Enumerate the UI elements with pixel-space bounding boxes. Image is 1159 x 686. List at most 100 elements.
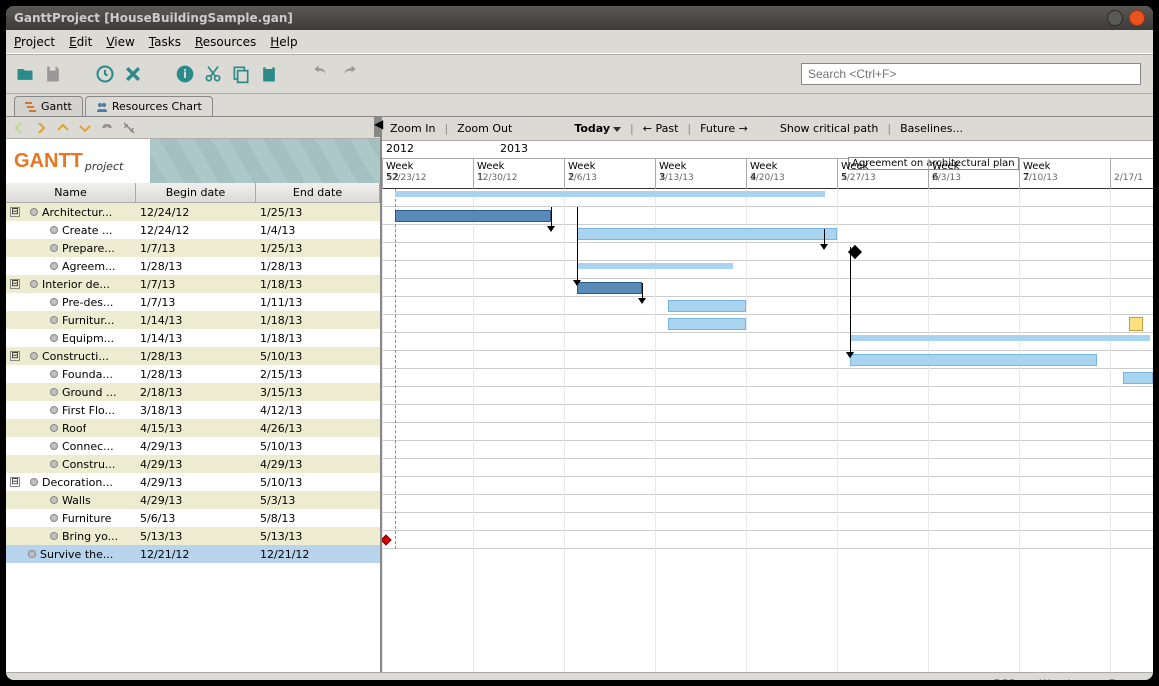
- task-row[interactable]: First Flo...3/18/134/12/13: [6, 401, 380, 419]
- gantt-bar[interactable]: [668, 318, 746, 330]
- gantt-row: [382, 243, 1153, 261]
- task-row[interactable]: Prepare...1/7/131/25/13: [6, 239, 380, 257]
- window-title: GanttProject [HouseBuildingSample.gan]: [14, 11, 1101, 25]
- undo-icon[interactable]: [310, 63, 332, 85]
- task-begin-cell: 5/13/13: [138, 530, 258, 543]
- week-date: 1/6/13: [568, 173, 597, 183]
- gantt-row: [382, 261, 1153, 279]
- tab-gantt[interactable]: Gantt: [14, 96, 83, 116]
- titlebar[interactable]: GanttProject [HouseBuildingSample.gan]: [6, 6, 1153, 30]
- past-button[interactable]: ← Past: [643, 122, 679, 135]
- svg-text:i: i: [183, 67, 187, 81]
- gantt-bar[interactable]: [577, 282, 642, 294]
- gantt-row: [382, 459, 1153, 477]
- task-row[interactable]: Create ...12/24/121/4/13: [6, 221, 380, 239]
- task-row[interactable]: Furniture5/6/135/8/13: [6, 509, 380, 527]
- task-begin-cell: 4/29/13: [138, 440, 258, 453]
- status-rss[interactable]: RSS: [994, 677, 1016, 680]
- task-row[interactable]: Equipm...1/14/131/18/13: [6, 329, 380, 347]
- col-end[interactable]: End date: [256, 183, 380, 202]
- menu-resources[interactable]: Resources: [195, 35, 256, 49]
- unlink-icon[interactable]: [122, 121, 136, 135]
- task-row[interactable]: Walls4/29/135/3/13: [6, 491, 380, 509]
- expand-toggle[interactable]: ⊟: [10, 207, 20, 217]
- task-name-cell: Furniture: [62, 512, 111, 525]
- task-begin-cell: 1/28/13: [138, 368, 258, 381]
- paste-icon[interactable]: [258, 63, 280, 85]
- menu-tasks[interactable]: Tasks: [149, 35, 181, 49]
- close-button[interactable]: [1129, 10, 1145, 26]
- copy-icon[interactable]: [230, 63, 252, 85]
- menu-view[interactable]: View: [106, 35, 134, 49]
- expand-toggle[interactable]: ⊟: [10, 477, 20, 487]
- logo-sub: project: [85, 160, 123, 173]
- col-name[interactable]: Name: [6, 183, 136, 202]
- task-end-cell: 5/3/13: [258, 494, 380, 507]
- task-row[interactable]: ⊟Constructi...1/28/135/10/13: [6, 347, 380, 365]
- cut-icon[interactable]: [202, 63, 224, 85]
- pane-collapse-handle[interactable]: ◀: [374, 117, 382, 137]
- task-row[interactable]: ⊟Decoration...4/29/135/10/13: [6, 473, 380, 491]
- gantt-bar[interactable]: [577, 228, 837, 240]
- week-date: 12/30/12: [477, 173, 517, 183]
- critical-path-button[interactable]: Show critical path: [780, 122, 879, 135]
- baselines-button[interactable]: Baselines...: [900, 122, 963, 135]
- statusbar: RSS Warning Errors: [6, 672, 1153, 680]
- info-icon[interactable]: i: [174, 63, 196, 85]
- up-icon[interactable]: [56, 121, 70, 135]
- gantt-bar[interactable]: [668, 300, 746, 312]
- task-list[interactable]: ⊟Architectur...12/24/121/25/13Create ...…: [6, 203, 380, 672]
- task-row[interactable]: Survive the...12/21/1212/21/12: [6, 545, 380, 563]
- gantt-chart-area[interactable]: [382, 189, 1153, 672]
- future-button[interactable]: Future →: [700, 122, 748, 135]
- menu-help[interactable]: Help: [270, 35, 297, 49]
- note-icon[interactable]: [1129, 317, 1143, 331]
- save-icon[interactable]: [42, 63, 64, 85]
- logo-text: GANTT: [14, 150, 83, 173]
- task-row[interactable]: Roof4/15/134/26/13: [6, 419, 380, 437]
- gantt-bar[interactable]: [850, 335, 1150, 341]
- gantt-bar[interactable]: [577, 263, 733, 269]
- task-row[interactable]: ⊟Architectur...12/24/121/25/13: [6, 203, 380, 221]
- delete-icon[interactable]: [122, 63, 144, 85]
- task-bullet-icon: [30, 478, 38, 486]
- status-warning[interactable]: Warning: [1039, 677, 1084, 680]
- menu-project[interactable]: Project: [14, 35, 55, 49]
- gantt-bar[interactable]: [850, 354, 1097, 366]
- today-dropdown[interactable]: Today: [574, 122, 621, 135]
- task-end-cell: 1/11/13: [258, 296, 380, 309]
- task-row[interactable]: Constru...4/29/134/29/13: [6, 455, 380, 473]
- task-begin-cell: 1/14/13: [138, 332, 258, 345]
- back-icon[interactable]: [12, 121, 26, 135]
- week-date: 2/17/1: [1114, 173, 1143, 183]
- forward-icon[interactable]: [34, 121, 48, 135]
- task-row[interactable]: Furnitur...1/14/131/18/13: [6, 311, 380, 329]
- task-bullet-icon: [50, 262, 58, 270]
- expand-toggle[interactable]: ⊟: [10, 351, 20, 361]
- down-icon[interactable]: [78, 121, 92, 135]
- task-begin-cell: 5/6/13: [138, 512, 258, 525]
- zoom-out-button[interactable]: Zoom Out: [457, 122, 512, 135]
- clock-icon[interactable]: [94, 63, 116, 85]
- task-row[interactable]: Ground ...2/18/133/15/13: [6, 383, 380, 401]
- task-row[interactable]: Pre-des...1/7/131/11/13: [6, 293, 380, 311]
- col-begin[interactable]: Begin date: [136, 183, 256, 202]
- search-input[interactable]: [801, 63, 1141, 85]
- task-row[interactable]: Bring yo...5/13/135/13/13: [6, 527, 380, 545]
- redo-icon[interactable]: [338, 63, 360, 85]
- link-icon[interactable]: [100, 121, 114, 135]
- task-row[interactable]: ⊟Interior de...1/7/131/18/13: [6, 275, 380, 293]
- tab-resources[interactable]: Resources Chart: [85, 96, 213, 116]
- open-icon[interactable]: [14, 63, 36, 85]
- menu-edit[interactable]: Edit: [69, 35, 92, 49]
- task-row[interactable]: Connec...4/29/135/10/13: [6, 437, 380, 455]
- gantt-bar[interactable]: [395, 191, 825, 197]
- task-row[interactable]: Agreem...1/28/131/28/13: [6, 257, 380, 275]
- zoom-in-button[interactable]: Zoom In: [390, 122, 435, 135]
- expand-toggle[interactable]: ⊟: [10, 279, 20, 289]
- minimize-button[interactable]: [1107, 10, 1123, 26]
- task-row[interactable]: Founda...1/28/132/15/13: [6, 365, 380, 383]
- status-errors[interactable]: Errors: [1108, 677, 1141, 680]
- gantt-bar[interactable]: [395, 210, 551, 222]
- gantt-bar[interactable]: [1123, 372, 1153, 384]
